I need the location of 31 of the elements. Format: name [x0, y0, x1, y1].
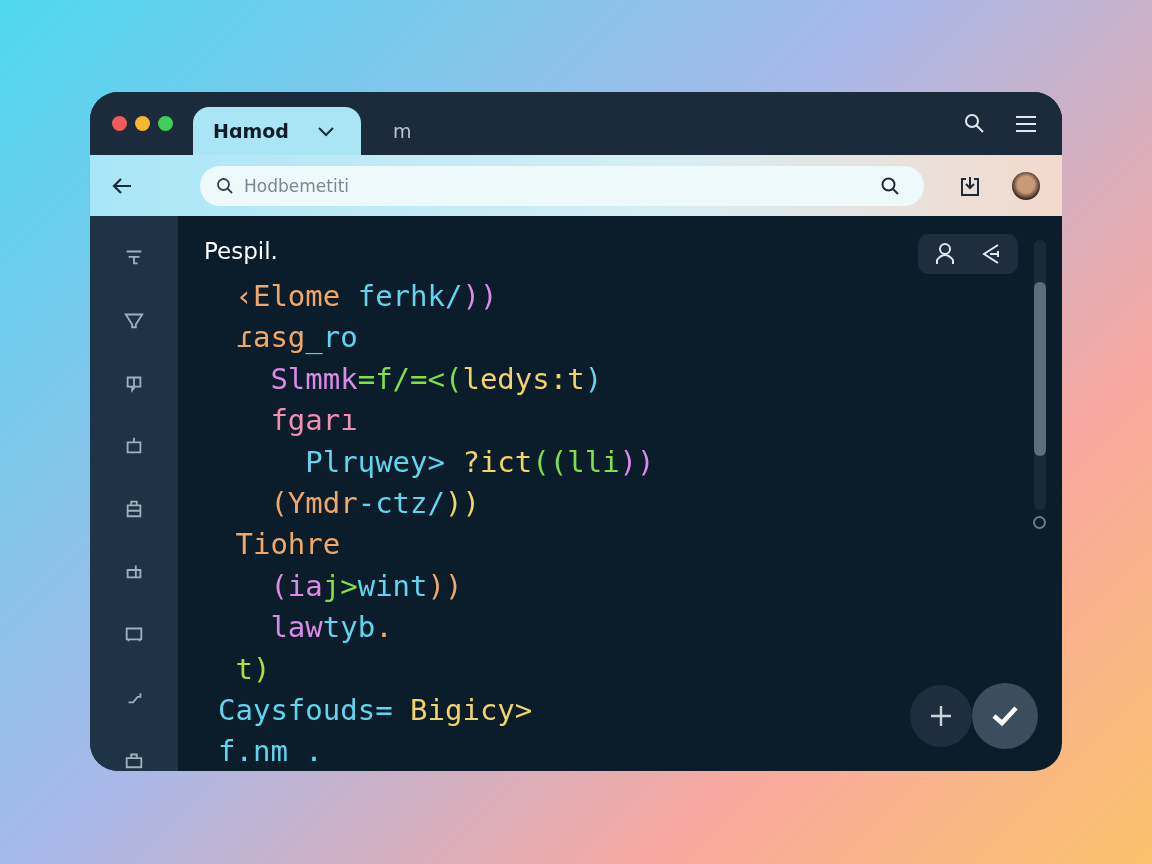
code-line: (Ymdr-ctz/))	[269, 484, 480, 522]
checkmark-icon	[991, 704, 1019, 728]
code-line: Tiohre	[234, 526, 341, 564]
search-icon[interactable]	[880, 175, 900, 196]
search-field[interactable]: Hodbemetiti	[200, 165, 924, 206]
code-line: ɾasg_ro	[234, 319, 358, 357]
code-line: f.nm .	[218, 733, 323, 771]
close-button[interactable]	[112, 116, 127, 131]
tab[interactable]: m	[373, 107, 432, 155]
avatar[interactable]	[1012, 171, 1040, 200]
file-title: Pespil.	[204, 237, 278, 264]
code-line: (iaj>wint))	[269, 567, 463, 605]
scroll-end-icon	[1033, 516, 1046, 529]
code-line: Slmmk=f/=<(ledys:t)	[269, 360, 603, 398]
plus-icon	[929, 704, 953, 728]
chevron-down-icon	[316, 125, 335, 137]
menu-icon[interactable]	[1014, 113, 1038, 134]
code-line: fgarı	[269, 402, 358, 440]
search-icon	[216, 176, 234, 195]
search-input[interactable]: Hodbemetiti	[242, 174, 872, 197]
user-icon[interactable]	[934, 242, 956, 266]
tab[interactable]: Hɑmod	[193, 107, 361, 155]
minimize-button[interactable]	[135, 116, 150, 131]
maximize-button[interactable]	[158, 116, 173, 131]
code-line: lawtyb.	[269, 609, 393, 647]
code-line: Caysfouds= Bigicy>	[218, 691, 533, 729]
code-line: Plrɥwey> ?ict((lli))	[304, 443, 655, 481]
scrollbar[interactable]	[1034, 240, 1046, 510]
code-line: ‹Elome ferhk/))	[234, 278, 498, 315]
scrollbar-thumb[interactable]	[1034, 282, 1046, 456]
code-line: t)	[234, 650, 271, 688]
